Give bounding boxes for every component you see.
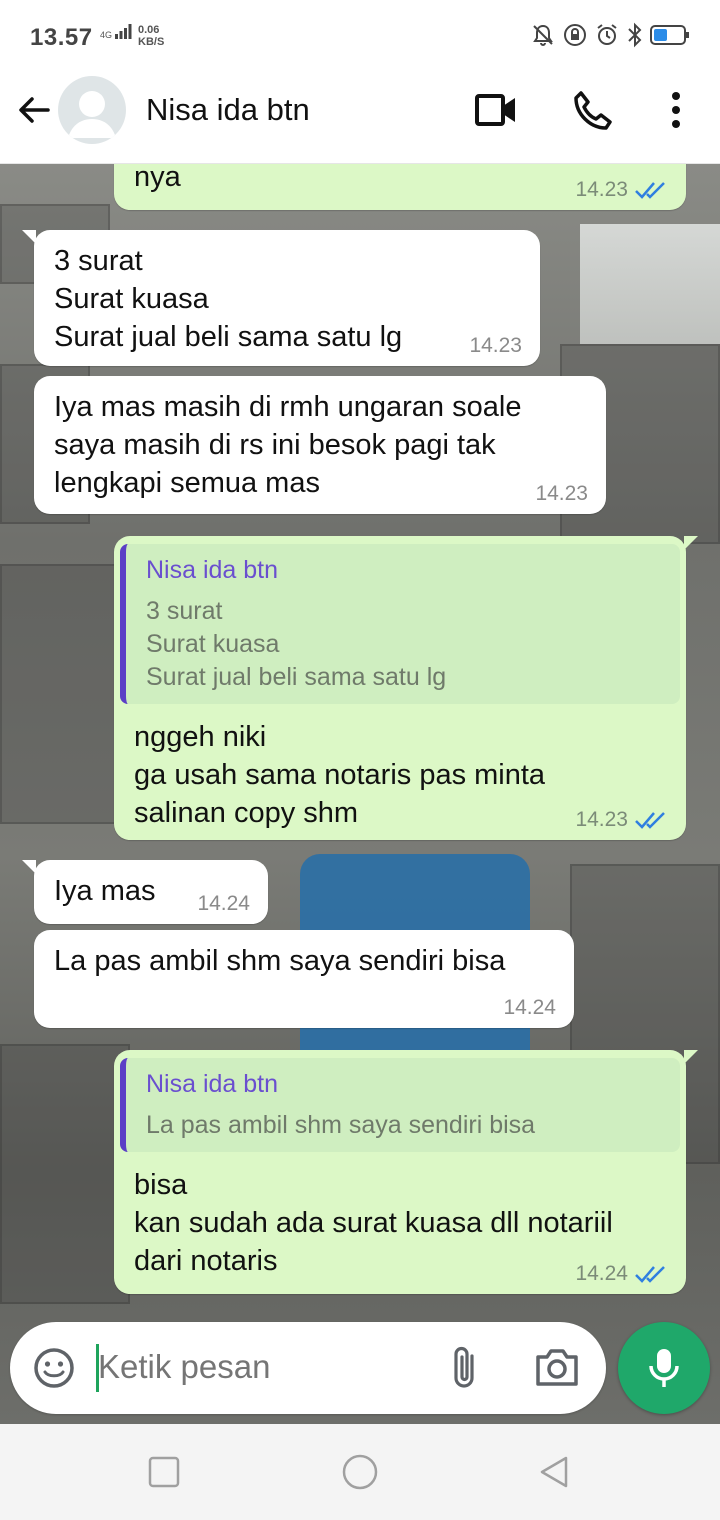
message-time: 14.23 (469, 334, 522, 357)
phone-call-icon[interactable] (570, 88, 614, 132)
more-vert-icon[interactable] (664, 88, 688, 132)
emoji-icon[interactable] (32, 1346, 76, 1390)
message-time: 14.23 (575, 178, 628, 201)
message-time: 14.23 (535, 482, 588, 505)
message-bubble-incoming[interactable]: Iya mas masih di rmh ungaran soale saya … (34, 376, 606, 514)
quoted-message[interactable]: Nisa ida btn La pas ambil shm saya sendi… (120, 1058, 680, 1152)
back-icon[interactable] (536, 1454, 572, 1490)
contact-name[interactable]: Nisa ida btn (146, 92, 310, 128)
avatar-icon (68, 91, 116, 138)
message-time: 14.24 (503, 996, 556, 1019)
message-time: 14.24 (197, 892, 250, 915)
message-bubble-outgoing[interactable]: Nisa ida btn La pas ambil shm saya sendi… (114, 1050, 698, 1294)
message-bubble-outgoing[interactable]: Nisa ida btn 3 surat Surat kuasa Surat j… (114, 536, 698, 840)
status-bar: 13.57 4G 0.06 KB/S (0, 0, 720, 72)
message-bubble-incoming[interactable]: La pas ambil shm saya sendiri bisa 14.24 (34, 930, 574, 1028)
quoted-text: 3 surat Surat kuasa Surat jual beli sama… (146, 597, 447, 691)
mic-icon (649, 1349, 679, 1387)
chat-header: Nisa ida btn (0, 72, 720, 164)
message-meta: 14.24 (575, 1262, 668, 1286)
message-meta: 14.24 (503, 996, 556, 1020)
quoted-message[interactable]: Nisa ida btn 3 surat Surat kuasa Surat j… (120, 544, 680, 704)
status-time: 13.57 (30, 24, 93, 51)
wallpaper-stone (0, 1044, 130, 1304)
message-time: 14.23 (575, 808, 628, 831)
message-input[interactable] (98, 1348, 418, 1386)
avatar[interactable] (58, 76, 126, 144)
message-meta: 14.23 (575, 178, 668, 202)
bluetooth-icon (628, 22, 642, 48)
message-input-bar[interactable] (10, 1322, 606, 1414)
read-ticks-icon (635, 1266, 665, 1283)
network-speed: 0.06 KB/S (138, 24, 164, 48)
bell-off-icon (533, 24, 553, 46)
message-meta: 14.24 (197, 892, 250, 916)
battery-icon (650, 25, 689, 45)
home-icon[interactable] (340, 1454, 380, 1494)
speed-value: 0.06 (138, 24, 160, 36)
quoted-text: La pas ambil shm saya sendiri bisa (146, 1111, 536, 1139)
message-time: 14.24 (575, 1262, 628, 1285)
quoted-sender: Nisa ida btn (146, 556, 279, 584)
message-text: Iya mas masih di rmh ungaran soale saya … (54, 391, 522, 499)
quoted-sender: Nisa ida btn (146, 1070, 279, 1098)
message-text: La pas ambil shm saya sendiri bisa (54, 945, 506, 977)
chat-area[interactable]: nya 14.23 3 surat Surat kuasa Surat jual… (0, 164, 720, 1424)
battery-level (654, 29, 667, 41)
message-meta: 14.23 (575, 808, 668, 832)
lock-rotation-icon (564, 24, 586, 46)
read-ticks-icon (635, 812, 665, 829)
message-bubble-incoming[interactable]: 3 surat Surat kuasa Surat jual beli sama… (22, 230, 540, 366)
message-bubble-outgoing[interactable]: nya 14.23 (114, 164, 686, 210)
mic-button[interactable] (618, 1322, 710, 1414)
camera-icon[interactable] (534, 1346, 580, 1388)
back-arrow-icon[interactable] (14, 90, 54, 130)
alarm-icon (597, 24, 617, 45)
status-icons (530, 22, 690, 48)
network-type: 4G (100, 30, 113, 40)
network-indicator: 4G (100, 22, 132, 40)
read-ticks-icon (635, 182, 665, 199)
system-nav-bar (0, 1424, 720, 1520)
message-meta: 14.23 (469, 334, 522, 358)
message-meta: 14.23 (535, 482, 588, 506)
speed-unit: KB/S (138, 36, 165, 48)
recent-apps-icon[interactable] (146, 1454, 182, 1490)
wallpaper-sky (580, 224, 720, 344)
wallpaper-stone (0, 564, 120, 824)
message-text: 3 surat Surat kuasa Surat jual beli sama… (54, 245, 403, 353)
attach-icon[interactable] (448, 1344, 480, 1392)
message-bubble-incoming[interactable]: Iya mas 14.24 (22, 860, 268, 924)
video-call-icon[interactable] (474, 90, 518, 130)
signal-icon (115, 24, 132, 39)
